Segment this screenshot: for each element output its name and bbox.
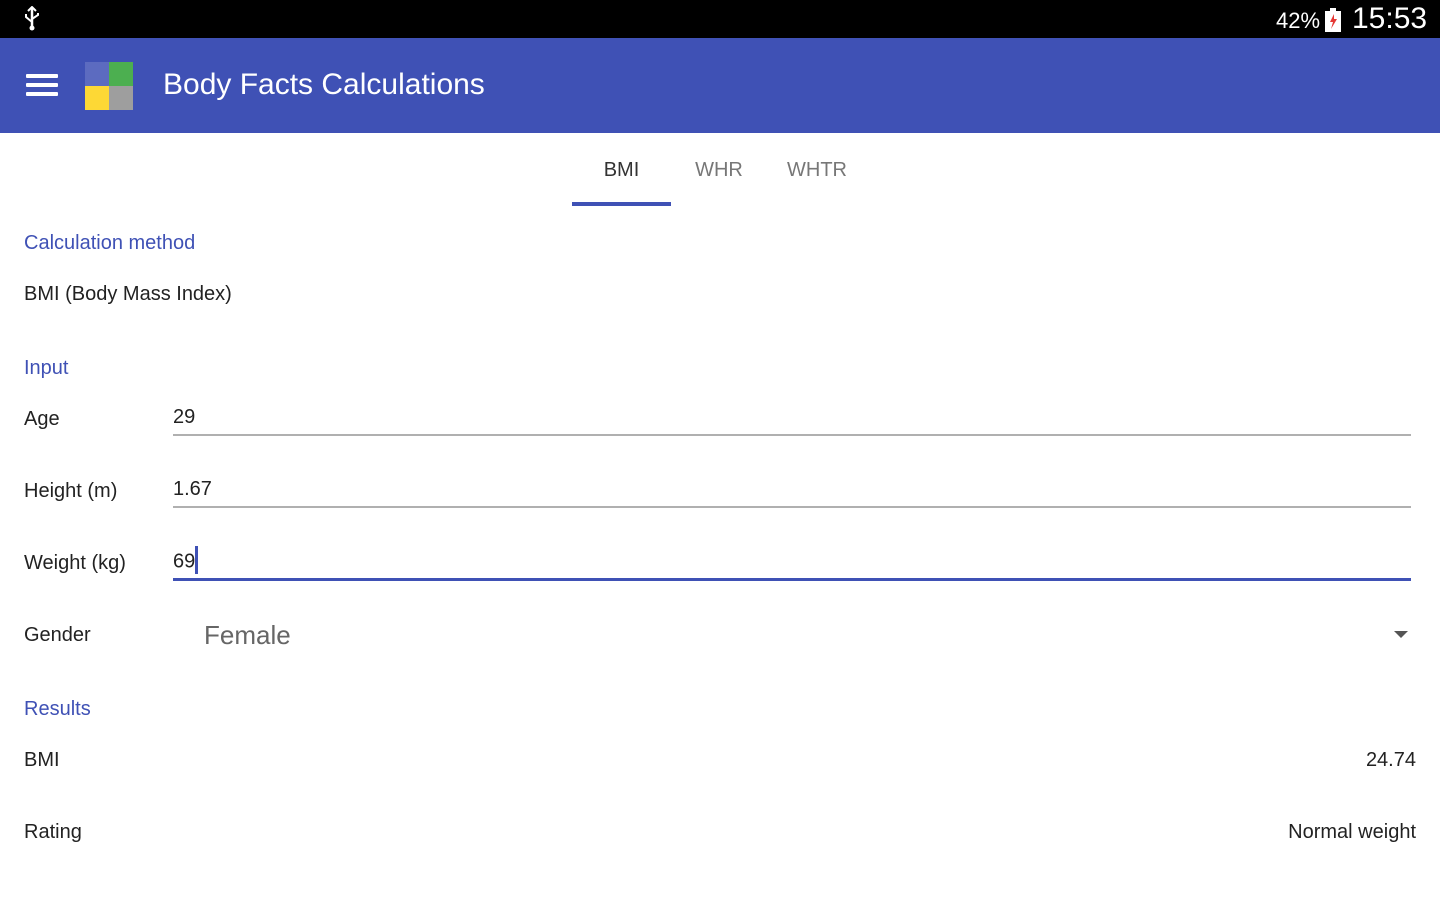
- age-label: Age: [24, 408, 60, 430]
- results-title: Results: [24, 698, 91, 720]
- text-cursor: [195, 546, 199, 574]
- age-field-underline: [173, 434, 1411, 436]
- input-title: Input: [24, 357, 69, 379]
- usb-icon: [25, 6, 39, 31]
- clock: 15:53: [1352, 2, 1428, 35]
- weight-label: Weight (kg): [24, 552, 126, 574]
- weight-field-underline: [173, 578, 1411, 581]
- calculation-method-title: Calculation method: [24, 232, 196, 254]
- rating-label: Rating: [24, 821, 82, 843]
- rating-value: Normal weight: [1288, 821, 1416, 843]
- age-field[interactable]: 29: [173, 406, 195, 429]
- tab-bar: BMI WHR WHTR: [0, 133, 1440, 207]
- app-title: Body Facts Calculations: [163, 68, 485, 101]
- weight-field[interactable]: 69: [173, 546, 199, 574]
- gender-select[interactable]: Female: [204, 620, 291, 651]
- battery-icon: [1325, 8, 1341, 32]
- bmi-label: BMI: [24, 749, 60, 771]
- weight-field-value: 69: [173, 550, 196, 573]
- tab-bmi[interactable]: BMI: [572, 133, 671, 205]
- status-bar: 42% 15:53: [0, 0, 1440, 38]
- battery-percent: 42%: [1276, 8, 1321, 33]
- dropdown-arrow-icon[interactable]: [1394, 631, 1408, 638]
- gender-label: Gender: [24, 624, 91, 646]
- tab-whtr[interactable]: WHTR: [772, 133, 862, 205]
- height-field[interactable]: 1.67: [173, 478, 212, 501]
- active-tab-indicator: [572, 202, 671, 206]
- bmi-value: 24.74: [1365, 749, 1416, 771]
- height-label: Height (m): [24, 480, 118, 502]
- calculation-method-value[interactable]: BMI (Body Mass Index): [24, 283, 232, 306]
- app-logo-icon: [85, 62, 133, 110]
- menu-icon[interactable]: [26, 74, 60, 98]
- height-field-underline: [173, 506, 1411, 508]
- tab-whr[interactable]: WHR: [677, 133, 761, 205]
- app-bar: Body Facts Calculations: [0, 38, 1440, 133]
